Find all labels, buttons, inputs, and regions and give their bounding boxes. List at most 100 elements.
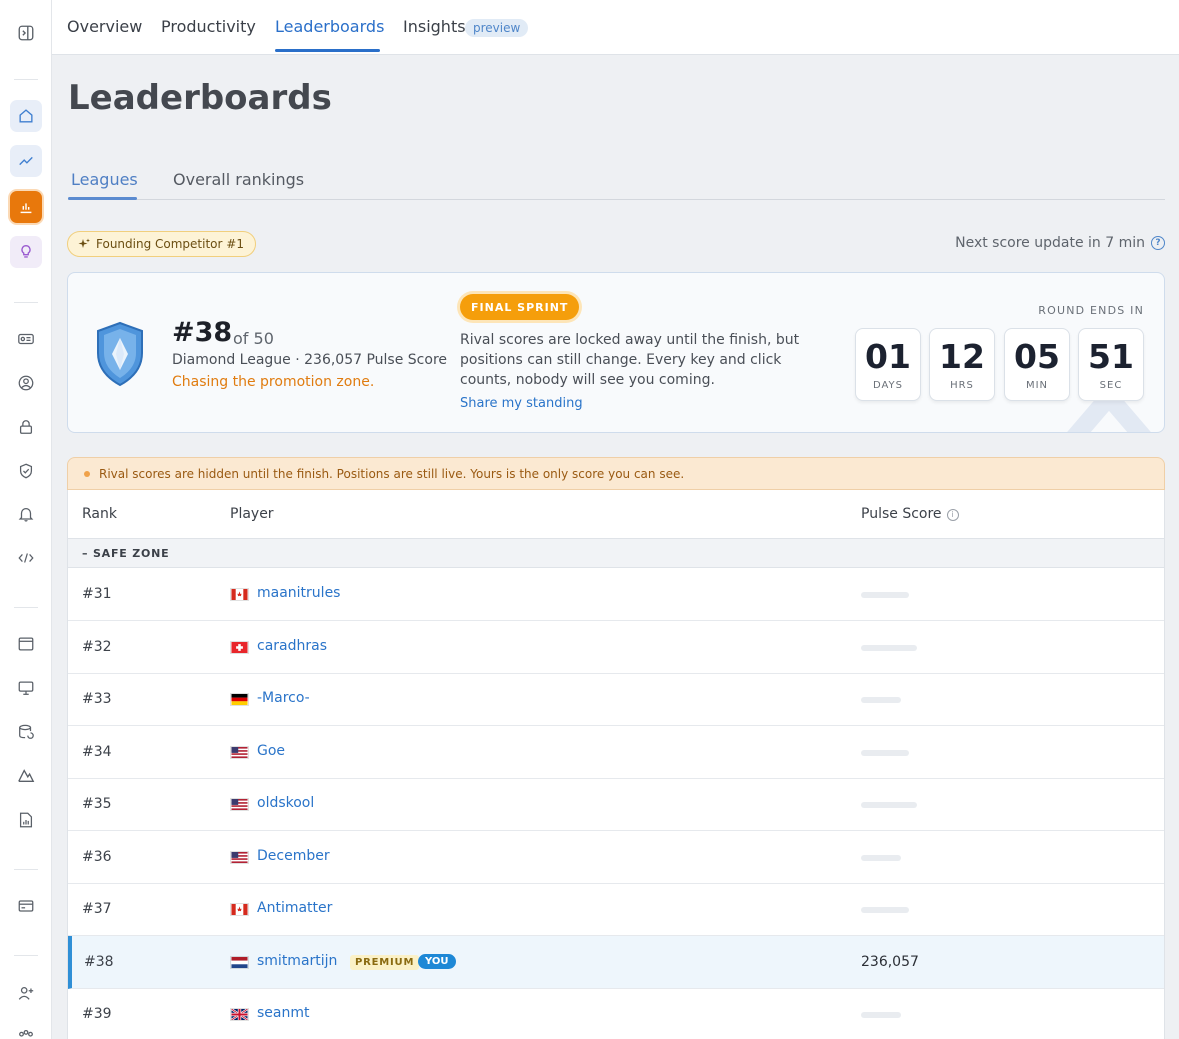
info-icon[interactable]: i xyxy=(946,508,959,521)
tab-leaderboards[interactable]: Leaderboards xyxy=(275,17,384,36)
player-link[interactable]: seanmt xyxy=(257,1005,310,1021)
final-sprint-badge: FINAL SPRINT xyxy=(460,294,580,320)
leaderboard-chart-icon[interactable] xyxy=(10,191,42,223)
sparkle-icon xyxy=(78,238,90,248)
round-ends-label: ROUND ENDS IN xyxy=(1038,304,1144,317)
final-sprint-description: Rival scores are locked away until the f… xyxy=(460,332,800,388)
header-pulse-score-label: Pulse Score xyxy=(861,506,942,522)
lightbulb-icon[interactable] xyxy=(10,236,42,268)
sidebar-divider xyxy=(14,79,38,80)
tab-overview[interactable]: Overview xyxy=(67,17,142,36)
player-link[interactable]: -Marco- xyxy=(257,690,310,706)
diamond-league-shield-icon xyxy=(97,321,143,387)
bell-icon[interactable] xyxy=(10,498,42,530)
usa-flag-icon xyxy=(230,798,249,811)
tab-insights[interactable]: Insights xyxy=(403,17,466,36)
tab-productivity[interactable]: Productivity xyxy=(161,17,256,36)
sidebar-divider xyxy=(14,302,38,303)
subtab-overall-rankings[interactable]: Overall rankings xyxy=(173,170,304,189)
share-standing-link[interactable]: Share my standing xyxy=(460,396,583,411)
subtab-divider xyxy=(68,199,1165,200)
hidden-score xyxy=(861,697,901,703)
countdown-days-unit: DAYS xyxy=(872,380,904,391)
hidden-score xyxy=(861,802,917,808)
usa-flag-icon xyxy=(230,851,249,864)
hidden-score xyxy=(861,1012,901,1018)
database-sync-icon[interactable] xyxy=(10,716,42,748)
home-icon[interactable] xyxy=(10,100,42,132)
mountain-icon[interactable] xyxy=(10,759,42,791)
header-pulse-score[interactable]: Pulse Score i xyxy=(861,506,959,522)
rank-total: of 50 xyxy=(233,329,274,348)
netherlands-flag-icon xyxy=(230,956,249,969)
standing-card: #38 of 50 Diamond League · 236,057 Pulse… xyxy=(67,272,1165,433)
table-row: #32 caradhras xyxy=(68,621,1164,674)
header-rank[interactable]: Rank xyxy=(82,506,117,522)
sidebar-divider xyxy=(14,955,38,956)
countdown-minutes: 05 MIN xyxy=(1004,328,1070,401)
countdown-days-value: 01 xyxy=(865,337,911,376)
player-link[interactable]: oldskool xyxy=(257,795,314,811)
canada-flag-icon xyxy=(230,588,249,601)
notice-text: Rival scores are hidden until the finish… xyxy=(99,466,685,481)
active-tab-indicator xyxy=(275,49,380,52)
row-rank: #35 xyxy=(82,796,112,812)
countdown-seconds: 51 SEC xyxy=(1078,328,1144,401)
hidden-score xyxy=(861,907,909,913)
trend-icon[interactable] xyxy=(10,145,42,177)
subtab-leagues[interactable]: Leagues xyxy=(71,170,138,189)
lock-icon[interactable] xyxy=(10,411,42,443)
safe-zone-header[interactable]: – SAFE ZONE xyxy=(68,539,1164,568)
player-link[interactable]: maanitrules xyxy=(257,585,340,601)
top-navigation: Overview Productivity Leaderboards Insig… xyxy=(52,0,1179,55)
uk-flag-icon xyxy=(230,1008,249,1021)
hidden-scores-notice: Rival scores are hidden until the finish… xyxy=(67,457,1165,490)
row-rank: #37 xyxy=(82,901,112,917)
row-rank: #38 xyxy=(84,954,114,970)
safe-zone-label: – SAFE ZONE xyxy=(82,547,170,560)
player-link[interactable]: Goe xyxy=(257,743,285,759)
id-card-icon[interactable] xyxy=(10,323,42,355)
founding-label: Founding Competitor #1 xyxy=(96,237,244,251)
hidden-score xyxy=(861,855,901,861)
player-link[interactable]: caradhras xyxy=(257,638,327,654)
add-user-icon[interactable] xyxy=(10,977,42,1009)
row-rank: #34 xyxy=(82,744,112,760)
hidden-score xyxy=(861,592,909,598)
credit-card-icon[interactable] xyxy=(10,890,42,922)
notice-dot-icon xyxy=(84,470,90,477)
code-icon[interactable] xyxy=(10,542,42,574)
header-player[interactable]: Player xyxy=(230,506,274,522)
usa-flag-icon xyxy=(230,746,249,759)
table-row: #37 Antimatter xyxy=(68,883,1164,936)
pulse-score-value: 236,057 xyxy=(861,954,919,970)
help-icon[interactable]: ? xyxy=(1151,236,1165,250)
countdown-days: 01 DAYS xyxy=(855,328,921,401)
leaderboard-table: Rank Player Pulse Score i – SAFE ZONE #31… xyxy=(67,490,1165,1039)
current-rank: #38 xyxy=(172,317,233,348)
countdown-minutes-value: 05 xyxy=(1014,337,1060,376)
preview-badge: preview xyxy=(465,19,529,37)
shield-check-icon[interactable] xyxy=(10,455,42,487)
next-score-update: Next score update in 7 min ? xyxy=(955,235,1165,251)
team-icon[interactable] xyxy=(10,1020,42,1039)
player-link[interactable]: smitmartijn xyxy=(257,953,337,969)
row-rank: #33 xyxy=(82,691,112,707)
user-circle-icon[interactable] xyxy=(10,367,42,399)
player-link[interactable]: December xyxy=(257,848,330,864)
sidebar-divider xyxy=(14,607,38,608)
active-subtab-indicator xyxy=(68,197,137,200)
countdown-seconds-value: 51 xyxy=(1088,337,1134,376)
browser-window-icon[interactable] xyxy=(10,628,42,660)
switzerland-flag-icon xyxy=(230,641,249,654)
row-rank: #39 xyxy=(82,1006,112,1022)
expand-sidebar-icon[interactable] xyxy=(10,17,42,49)
countdown-hours-value: 12 xyxy=(939,337,985,376)
monitor-icon[interactable] xyxy=(10,672,42,704)
table-row: #35 oldskool xyxy=(68,778,1164,831)
table-row-current-user: #38 smitmartijn PREMIUM YOU 236,057 xyxy=(68,936,1164,989)
table-header: Rank Player Pulse Score i xyxy=(68,490,1164,539)
report-icon[interactable] xyxy=(10,804,42,836)
countdown-hours: 12 HRS xyxy=(929,328,995,401)
player-link[interactable]: Antimatter xyxy=(257,900,332,916)
